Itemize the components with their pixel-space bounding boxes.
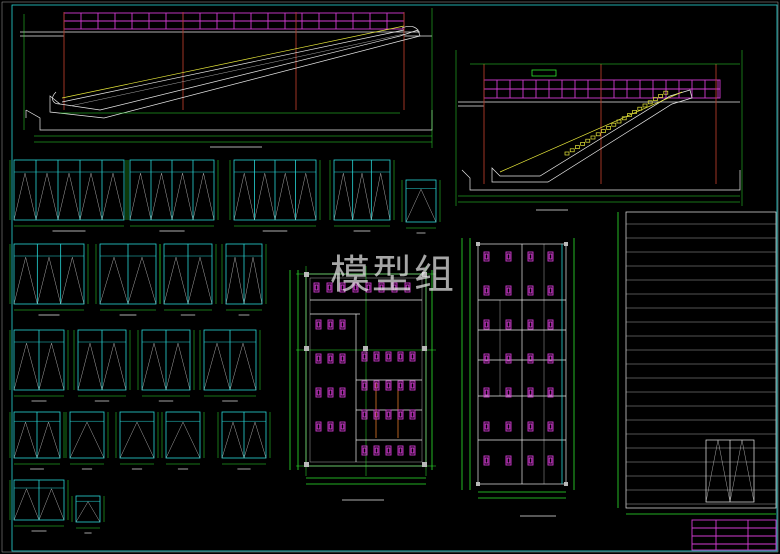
door-panel-7 (95, 243, 161, 316)
escalator-elevation-1 (20, 8, 433, 148)
door-panel-11 (73, 329, 131, 402)
tall-glass-elevation (617, 211, 777, 515)
door-panel-8 (159, 243, 217, 316)
floor-plan-2 (461, 238, 575, 517)
watermark: 模型组 (330, 252, 456, 298)
title-block (691, 519, 777, 551)
door-panel-6 (9, 243, 89, 316)
door-panel-20 (71, 495, 105, 534)
cad-drawing-sheet: 模型组 (1, 1, 779, 553)
door-panel-4 (329, 159, 395, 232)
door-panel-5 (401, 179, 441, 234)
door-panel-16 (115, 411, 159, 470)
door-panel-14 (9, 411, 65, 470)
door-panel-2 (125, 159, 219, 232)
door-panel-3 (229, 159, 321, 232)
door-panel-15 (65, 411, 109, 470)
floor-plan-1 (289, 266, 436, 501)
door-panel-13 (199, 329, 261, 402)
door-panel-elevations (9, 159, 441, 534)
door-panel-1 (9, 159, 129, 232)
door-panel-17 (161, 411, 205, 470)
door-panel-9 (221, 243, 267, 316)
escalator-elevation-2 (455, 50, 743, 211)
door-panel-12 (137, 329, 195, 402)
door-panel-19 (9, 479, 69, 532)
door-panel-10 (9, 329, 69, 402)
door-panel-18 (217, 411, 271, 470)
